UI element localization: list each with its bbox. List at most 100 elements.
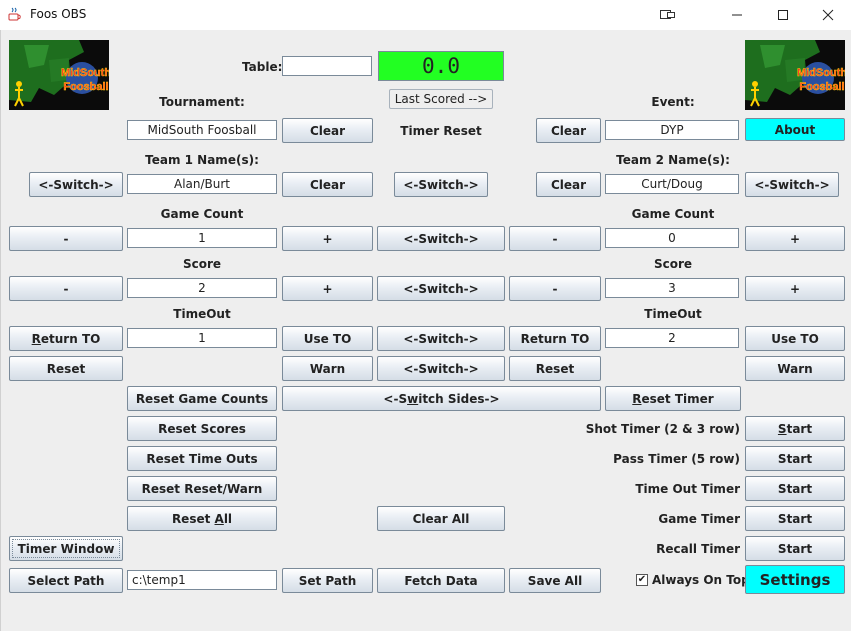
timer-window-button[interactable]: Timer Window bbox=[9, 536, 123, 561]
table-label: Table: bbox=[242, 60, 283, 74]
team2-return-timeout-button[interactable]: Return TO bbox=[509, 326, 601, 351]
logo-text-bottom: Foosball bbox=[63, 81, 108, 93]
always-on-top-checkbox[interactable]: ✔ bbox=[636, 574, 648, 586]
team1-score-label: Score bbox=[182, 257, 222, 271]
team2-game-count-label: Game Count bbox=[631, 207, 715, 221]
team1-game-count-field[interactable]: 1 bbox=[127, 228, 277, 248]
reset-timer-button[interactable]: Reset Timer bbox=[605, 386, 741, 411]
pass-timer-start-button[interactable]: Start bbox=[745, 446, 845, 471]
team2-timeout-field[interactable]: 2 bbox=[605, 328, 739, 348]
button-text: tart bbox=[786, 421, 813, 436]
switch-score-button[interactable]: <-Switch-> bbox=[377, 276, 505, 301]
timer-reset-label: Timer Reset bbox=[400, 124, 482, 138]
game-timer-label: Game Timer bbox=[658, 512, 740, 526]
team1-timeout-label: TimeOut bbox=[173, 307, 231, 321]
mnemonic: S bbox=[777, 421, 787, 436]
event-label: Event: bbox=[651, 95, 695, 109]
switch-game-count-button[interactable]: <-Switch-> bbox=[377, 226, 505, 251]
team1-use-timeout-button[interactable]: Use TO bbox=[282, 326, 373, 351]
midsouth-foosball-logo-right: MidSouth Foosball bbox=[745, 40, 845, 110]
team2-score-label: Score bbox=[653, 257, 693, 271]
team2-reset-button[interactable]: Reset bbox=[509, 356, 601, 381]
minimize-icon[interactable] bbox=[714, 0, 760, 30]
switch-team2-names-button[interactable]: <-Switch-> bbox=[745, 172, 839, 197]
team2-warn-button[interactable]: Warn bbox=[745, 356, 845, 381]
button-text: Reset bbox=[171, 511, 215, 526]
switch-team1-names-button[interactable]: <-Switch-> bbox=[29, 172, 123, 197]
team1-reset-button[interactable]: Reset bbox=[9, 356, 123, 381]
team1-game-count-plus-button[interactable]: + bbox=[282, 226, 373, 251]
clear-team2-button[interactable]: Clear bbox=[536, 172, 601, 197]
pass-timer-label: Pass Timer (5 row) bbox=[613, 452, 740, 466]
reset-time-outs-button[interactable]: Reset Time Outs bbox=[127, 446, 277, 471]
select-path-button[interactable]: Select Path bbox=[9, 568, 123, 593]
reset-all-button[interactable]: Reset All bbox=[127, 506, 277, 531]
team1-score-field[interactable]: 2 bbox=[127, 278, 277, 298]
team1-names-field[interactable]: Alan/Burt bbox=[127, 174, 277, 194]
shot-timer-label: Shot Timer (2 & 3 row) bbox=[585, 422, 740, 436]
switch-reset-warn-button[interactable]: <-Switch-> bbox=[377, 356, 505, 381]
team1-game-count-label: Game Count bbox=[160, 207, 244, 221]
team1-score-plus-button[interactable]: + bbox=[282, 276, 373, 301]
switch-timeout-button[interactable]: <-Switch-> bbox=[377, 326, 505, 351]
team2-score-field[interactable]: 3 bbox=[605, 278, 739, 298]
save-all-button[interactable]: Save All bbox=[509, 568, 601, 593]
game-timer-start-button[interactable]: Start bbox=[745, 506, 845, 531]
button-text: eturn TO bbox=[40, 331, 101, 346]
time-out-timer-label: Time Out Timer bbox=[635, 482, 740, 496]
team2-score-minus-button[interactable]: - bbox=[509, 276, 601, 301]
team2-game-count-minus-button[interactable]: - bbox=[509, 226, 601, 251]
shot-timer-start-button[interactable]: Start bbox=[745, 416, 845, 441]
button-text: itch Sides-> bbox=[418, 391, 500, 406]
button-text: eset Timer bbox=[641, 391, 714, 406]
mnemonic: R bbox=[31, 331, 41, 346]
path-field[interactable]: c:\temp1 bbox=[127, 570, 277, 590]
event-field[interactable]: DYP bbox=[605, 120, 739, 140]
team1-game-count-minus-button[interactable]: - bbox=[9, 226, 123, 251]
clear-team1-button[interactable]: Clear bbox=[282, 172, 373, 197]
clear-event-button[interactable]: Clear bbox=[536, 118, 601, 143]
reset-game-counts-button[interactable]: Reset Game Counts bbox=[127, 386, 277, 411]
team1-score-minus-button[interactable]: - bbox=[9, 276, 123, 301]
java-app-icon bbox=[8, 7, 21, 21]
snap-icon[interactable] bbox=[645, 0, 691, 30]
last-scored-button[interactable]: Last Scored --> bbox=[389, 89, 493, 109]
team1-timeout-field[interactable]: 1 bbox=[127, 328, 277, 348]
window-title: Foos OBS bbox=[30, 7, 87, 21]
team2-names-label: Team 2 Name(s): bbox=[616, 153, 730, 167]
clear-tournament-button[interactable]: Clear bbox=[282, 118, 373, 143]
mnemonic: A bbox=[214, 511, 224, 526]
maximize-icon[interactable] bbox=[760, 0, 806, 30]
button-text: <-S bbox=[383, 391, 408, 406]
tournament-field[interactable]: MidSouth Foosball bbox=[127, 120, 277, 140]
team2-game-count-field[interactable]: 0 bbox=[605, 228, 739, 248]
team2-timeout-label: TimeOut bbox=[644, 307, 702, 321]
midsouth-foosball-logo-left: MidSouth Foosball bbox=[9, 40, 109, 110]
table-input[interactable] bbox=[282, 56, 372, 76]
team2-use-timeout-button[interactable]: Use TO bbox=[745, 326, 845, 351]
settings-button[interactable]: Settings bbox=[745, 565, 845, 594]
always-on-top-label: Always On Top bbox=[652, 573, 750, 587]
team1-warn-button[interactable]: Warn bbox=[282, 356, 373, 381]
switch-team-names-button[interactable]: <-Switch-> bbox=[394, 172, 488, 197]
button-text: ll bbox=[223, 511, 233, 526]
clear-all-button[interactable]: Clear All bbox=[377, 506, 505, 531]
logo-text-top: MidSouth bbox=[797, 67, 845, 79]
recall-timer-start-button[interactable]: Start bbox=[745, 536, 845, 561]
team1-names-label: Team 1 Name(s): bbox=[145, 153, 259, 167]
recall-timer-label: Recall Timer bbox=[656, 542, 740, 556]
team2-score-plus-button[interactable]: + bbox=[745, 276, 845, 301]
about-button[interactable]: About bbox=[745, 118, 845, 141]
title-bar: Foos OBS bbox=[0, 0, 851, 31]
team1-return-timeout-button[interactable]: Return TO bbox=[9, 326, 123, 351]
team2-names-field[interactable]: Curt/Doug bbox=[605, 174, 739, 194]
reset-reset-warn-button[interactable]: Reset Reset/Warn bbox=[127, 476, 277, 501]
switch-sides-button[interactable]: <-S w itch Sides-> bbox=[282, 386, 601, 411]
fetch-data-button[interactable]: Fetch Data bbox=[377, 568, 505, 593]
set-path-button[interactable]: Set Path bbox=[282, 568, 373, 593]
time-out-timer-start-button[interactable]: Start bbox=[745, 476, 845, 501]
close-icon[interactable] bbox=[805, 0, 851, 30]
team2-game-count-plus-button[interactable]: + bbox=[745, 226, 845, 251]
score-display: 0.0 bbox=[378, 51, 504, 81]
reset-scores-button[interactable]: Reset Scores bbox=[127, 416, 277, 441]
